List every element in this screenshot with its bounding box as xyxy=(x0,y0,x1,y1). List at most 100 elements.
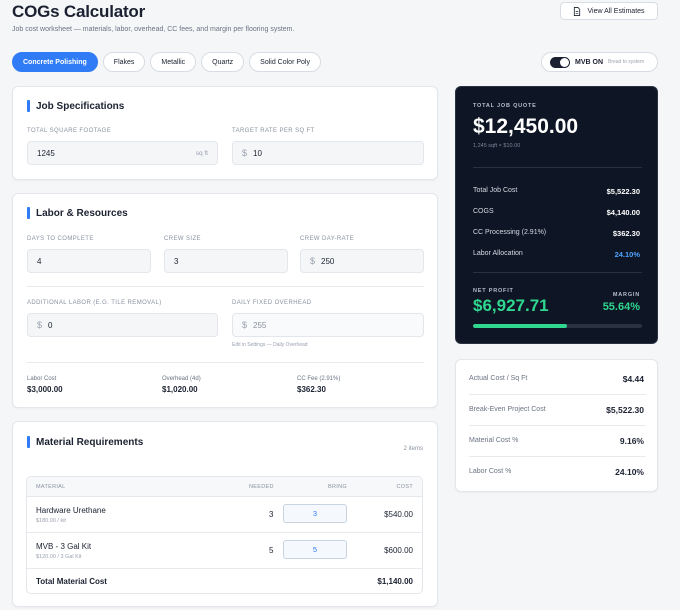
overhead-cost-label: Overhead (4d) xyxy=(162,376,201,382)
crew-dayrate-value: 250 xyxy=(321,256,335,266)
rate-label: Target Rate Per Sq Ft xyxy=(232,128,315,134)
divider xyxy=(473,272,642,273)
cogs-label: COGS xyxy=(473,208,494,215)
mvb-toggle-hint: Bread to system xyxy=(608,59,645,65)
daily-overhead-value: 255 xyxy=(253,320,267,330)
divider xyxy=(27,286,424,287)
job-specifications-card: Job Specifications Total Square Footage … xyxy=(12,86,438,180)
job-quote-panel: TOTAL JOB QUOTE $12,450.00 1,245 sqft × … xyxy=(455,86,658,344)
days-label: Days to Complete xyxy=(27,236,94,242)
crew-dayrate-prefix: $ xyxy=(310,256,316,266)
mvb-toggle-switch[interactable] xyxy=(550,56,570,68)
cc-processing-value: $362.30 xyxy=(612,229,640,238)
net-profit-value: $6,927.71 xyxy=(473,296,549,315)
crew-dayrate-input[interactable]: $ 250 xyxy=(300,249,424,273)
sqft-value: 1245 xyxy=(37,148,55,158)
overhead-cost-value: $1,020.00 xyxy=(162,385,198,394)
additional-labor-prefix: $ xyxy=(37,320,43,330)
margin-label: MARGIN xyxy=(612,292,640,298)
col-cost: COST xyxy=(396,484,413,490)
cc-fee-value: $362.30 xyxy=(297,385,326,394)
divider xyxy=(469,425,646,426)
labor-allocation-label: Labor Allocation xyxy=(473,250,523,257)
col-needed: NEEDED xyxy=(249,484,274,490)
document-icon xyxy=(574,6,581,16)
table-row: Hardware Urethane $180.00 / kit 3 3 $540… xyxy=(27,497,422,533)
margin-progress-fill xyxy=(473,324,568,328)
mvb-toggle-control[interactable]: MVB ON Bread to system xyxy=(541,52,658,72)
materials-table: MATERIAL NEEDED BRING COST Hardware Uret… xyxy=(26,476,423,594)
tab-metallic[interactable]: Metallic xyxy=(150,52,197,72)
material-needed: 5 xyxy=(269,546,274,555)
divider xyxy=(469,456,646,457)
materials-table-header: MATERIAL NEEDED BRING COST xyxy=(27,477,422,497)
material-unit-price: $180.00 / kit xyxy=(36,518,66,524)
material-bring-input[interactable]: 5 xyxy=(283,540,347,559)
actual-cost-sqft-label: Actual Cost / Sq Ft xyxy=(469,375,528,382)
page-title: COGs Calculator xyxy=(12,2,146,21)
col-bring: BRING xyxy=(328,484,347,490)
days-input[interactable]: 4 xyxy=(27,249,151,273)
actual-cost-sqft-value: $4.44 xyxy=(622,374,644,384)
material-requirements-title: Material Requirements xyxy=(36,436,144,448)
material-needed: 3 xyxy=(269,510,274,519)
cc-processing-label: CC Processing (2.91%) xyxy=(473,229,547,236)
quote-label: TOTAL JOB QUOTE xyxy=(473,103,537,109)
crew-size-input[interactable]: 3 xyxy=(164,249,288,273)
material-count: 2 items xyxy=(403,446,423,452)
job-specifications-title: Job Specifications xyxy=(36,100,125,112)
tab-solid-color-poly[interactable]: Solid Color Poly xyxy=(249,52,321,72)
material-unit-price: $120.00 / 3 Gal Kit xyxy=(36,554,82,560)
sqft-input[interactable]: 1245 sq ft xyxy=(27,141,218,165)
crew-size-value: 3 xyxy=(174,256,179,266)
tab-quartz[interactable]: Quartz xyxy=(201,52,245,72)
materials-total-label: Total Material Cost xyxy=(36,577,107,586)
additional-labor-input[interactable]: $ 0 xyxy=(27,313,218,337)
labor-cost-pct-label: Labor Cost % xyxy=(469,468,512,475)
tab-flakes[interactable]: Flakes xyxy=(102,52,146,72)
quote-amount: $12,450.00 xyxy=(473,115,579,138)
materials-total-row: Total Material Cost $1,140.00 xyxy=(27,569,422,593)
labor-resources-title: Labor & Resources xyxy=(36,207,128,219)
total-job-cost-label: Total Job Cost xyxy=(473,187,518,194)
rate-input[interactable]: $ 10 xyxy=(232,141,424,165)
break-even-value: $5,522.30 xyxy=(606,405,644,415)
rate-prefix: $ xyxy=(242,148,248,158)
materials-total-value: $1,140.00 xyxy=(377,577,413,586)
break-even-label: Break-Even Project Cost xyxy=(469,406,546,413)
material-bring-input[interactable]: 3 xyxy=(283,504,347,523)
crew-size-label: Crew Size xyxy=(164,236,201,242)
tab-concrete-polishing[interactable]: Concrete Polishing xyxy=(12,52,98,72)
view-all-estimates-label: View All Estimates xyxy=(587,7,645,15)
cc-fee-label: CC Fee (2.91%) xyxy=(297,376,341,382)
divider xyxy=(473,167,642,168)
daily-overhead-input: $ 255 xyxy=(232,313,424,337)
col-material: MATERIAL xyxy=(36,484,66,490)
daily-overhead-label: Daily Fixed Overhead xyxy=(232,300,312,306)
margin-value: 55.64% xyxy=(602,301,640,313)
view-all-estimates-button[interactable]: View All Estimates xyxy=(560,2,658,20)
days-value: 4 xyxy=(37,256,42,266)
mvb-toggle-label: MVB ON xyxy=(575,58,603,66)
cogs-value: $4,140.00 xyxy=(606,208,640,217)
material-name: MVB - 3 Gal Kit xyxy=(36,542,92,551)
crew-dayrate-label: Crew Day-Rate xyxy=(300,236,355,242)
net-profit-label: NET PROFIT xyxy=(473,288,514,294)
sqft-suffix: sq ft xyxy=(195,149,208,157)
divider xyxy=(27,362,424,363)
total-job-cost-value: $5,522.30 xyxy=(606,187,640,196)
overhead-hint: Edit in Settings — Daily Overhead xyxy=(232,342,308,348)
labor-resources-card: Labor & Resources Days to Complete 4 Cre… xyxy=(12,193,438,408)
cost-stats-card: Actual Cost / Sq Ft $4.44 Break-Even Pro… xyxy=(455,359,658,492)
material-name: Hardware Urethane xyxy=(36,506,106,515)
labor-cost-label: Labor Cost xyxy=(27,376,57,382)
additional-labor-value: 0 xyxy=(48,320,53,330)
margin-progress-bar xyxy=(473,324,642,328)
daily-overhead-prefix: $ xyxy=(242,320,248,330)
material-cost-pct-label: Material Cost % xyxy=(469,437,519,444)
page-subtitle: Job cost worksheet — materials, labor, o… xyxy=(12,26,295,33)
labor-allocation-value: 24.10% xyxy=(614,250,640,259)
material-cost: $600.00 xyxy=(384,546,413,555)
rate-value: 10 xyxy=(253,148,262,158)
system-tabs: Concrete Polishing Flakes Metallic Quart… xyxy=(12,52,321,72)
